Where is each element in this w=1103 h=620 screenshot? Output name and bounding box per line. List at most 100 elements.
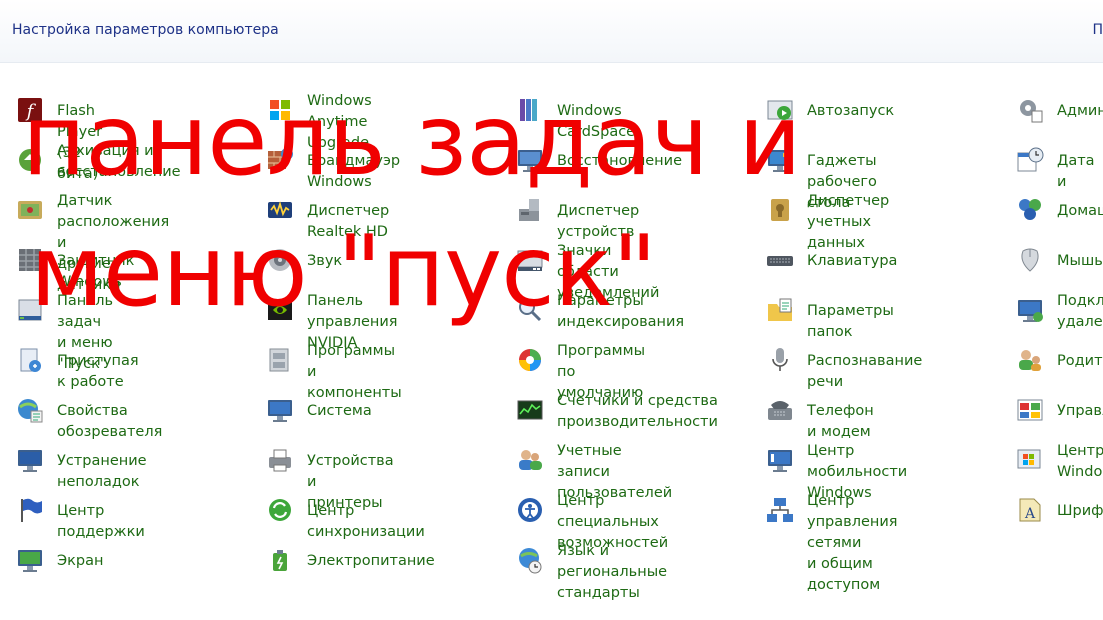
control-panel-item-label: Электропитание [307,553,435,569]
region-language-icon [514,544,546,576]
control-panel-item-label: Архивация и восстановление [57,143,181,180]
keyboard-icon [764,244,796,276]
folder-options-icon [764,294,796,326]
control-panel-item-label: Восстановление [557,153,683,169]
control-panel-item[interactable]: Свойства обозревателя [0,386,162,440]
remote-connection-icon [1014,294,1046,326]
control-panel-item-label: Мышь [1057,253,1103,269]
microphone-icon [764,344,796,376]
control-panel-item-label: Клавиатура [807,253,898,269]
control-panel-item[interactable]: Клавиатура [750,236,897,286]
control-panel-item[interactable]: f Flash Player (32 бита) [0,86,102,182]
control-panel-item-label: Автозапуск [807,103,895,119]
control-panel-item[interactable]: Родите [1000,336,1103,386]
control-panel-item[interactable]: Система [250,386,372,436]
programs-icon [264,344,296,376]
control-panel-item[interactable]: Датчик расположения и другие датчики [0,186,169,293]
control-panel-item-label: Управл [1057,403,1103,419]
control-panel-item[interactable]: Админ [1000,86,1103,136]
control-panel-item[interactable]: Программы по умолчанию [500,336,645,401]
control-panel-item-label: Система [307,403,372,419]
control-panel-item[interactable]: Дата и [1000,136,1095,190]
control-panel-item[interactable]: Устройства и принтеры [250,436,394,511]
date-time-icon [1014,144,1046,176]
control-panel-item[interactable]: Параметры папок [750,286,894,340]
control-panel-item[interactable]: Гаджеты рабочего стола [750,136,877,211]
control-panel-item[interactable]: Диспетчер учетных данных [750,186,889,251]
control-panel-item[interactable]: Счетчики и средства производительности [500,386,718,436]
control-panel-item[interactable]: Распознавание речи [750,336,922,390]
performance-icon [514,394,546,426]
credential-manager-icon [764,194,796,226]
control-panel-item[interactable]: Центр мобильности Windows [750,436,907,501]
user-accounts-icon [514,444,546,476]
control-panel-item[interactable]: Центр синхронизации [250,486,425,540]
firewall-icon [264,144,296,176]
control-panel-item[interactable]: Диспетчер Realtek HD [250,186,389,240]
nvidia-icon [264,294,296,326]
backup-icon [14,144,46,176]
windows-anytime-upgrade-icon [264,94,296,126]
control-panel-item[interactable]: Центр управления сетями и общим доступом [750,486,898,593]
taskbar-icon [14,294,46,326]
printer-icon [264,444,296,476]
notification-area-icon [514,244,546,276]
page-title: Настройка параметров компьютера [12,22,279,38]
control-panel-item[interactable]: A Шрифт [1000,486,1103,536]
control-panel-item[interactable]: Значки области уведомлений [500,236,659,301]
control-panel-item[interactable]: Центр поддержки [0,486,145,540]
windows-defender-icon [14,244,46,276]
control-panel-item[interactable]: Windows Anytime Upgrade [250,86,372,151]
control-panel-item[interactable]: Брандмауэр Windows [250,136,400,190]
flash-player-icon: f [14,94,46,126]
speaker-icon [264,244,296,276]
control-panel-item[interactable]: Windows CardSpace [500,86,635,140]
control-panel-item[interactable]: Домаш [1000,186,1103,236]
control-panel-item[interactable]: Подкл удален [1000,286,1103,336]
control-panel-item-label: Центр Windo [1057,443,1103,480]
control-panel-item[interactable]: Восстановление [500,136,682,186]
control-panel-item[interactable]: Параметры индексирования [500,286,684,336]
display-icon [14,544,46,576]
control-panel-item[interactable]: Автозапуск [750,86,894,136]
autoplay-icon [764,94,796,126]
control-panel-item[interactable]: Архивация и восстановление [0,136,181,186]
control-panel-item[interactable]: Управл [1000,386,1103,436]
parental-controls-icon [1014,344,1046,376]
control-panel-item-label: Админ [1057,103,1103,119]
control-panel-item[interactable]: Электропитание [250,536,435,586]
accessibility-icon [514,494,546,526]
control-panel-item[interactable]: Звук [250,236,342,286]
control-panel-item[interactable]: Телефон и модем [750,386,874,440]
control-panel-item[interactable]: Панель управления NVIDIA [250,286,398,351]
svg-text:A: A [1024,506,1036,522]
control-panel-item[interactable]: Мышь [1000,236,1103,286]
control-panel-item[interactable]: Центр специальных возможностей [500,486,668,551]
indexing-icon [514,294,546,326]
control-panel-item[interactable]: Центр Windo [1000,436,1103,486]
control-panel-item[interactable]: Приступая к работе [0,336,139,390]
control-panel-item[interactable]: Язык и региональные стандарты [500,536,667,601]
control-panel-item[interactable]: Диспетчер устройств [500,186,639,240]
mobility-center-icon [764,444,796,476]
control-panel-item[interactable]: Учетные записи пользователей [500,436,672,501]
control-panel-item[interactable]: Панель задач и меню "Пуск" [0,286,113,372]
device-manager-icon [514,194,546,226]
control-panel-item-label: Родите [1057,353,1103,369]
fonts-icon: A [1014,494,1046,526]
control-panel-item-label: Центр управления сетями и общим доступом [807,493,898,593]
control-panel-item[interactable]: Защитник Windows [0,236,134,290]
control-panel-item[interactable]: Устранение неполадок [0,436,147,490]
control-panel-item-label: Счетчики и средства производительности [557,393,718,430]
phone-modem-icon [764,394,796,426]
control-panel-item[interactable]: Экран [0,536,103,586]
location-sensor-icon [14,194,46,226]
control-panel-item-label: Шрифт [1057,503,1103,519]
default-programs-icon [514,344,546,376]
control-panel-item-label: Экран [57,553,104,569]
sync-center-icon [264,494,296,526]
header-view-label[interactable]: П [1092,22,1103,38]
network-center-icon [764,494,796,526]
control-panel-item[interactable]: Программы и компоненты [250,336,402,401]
windows-update-icon [1014,444,1046,476]
